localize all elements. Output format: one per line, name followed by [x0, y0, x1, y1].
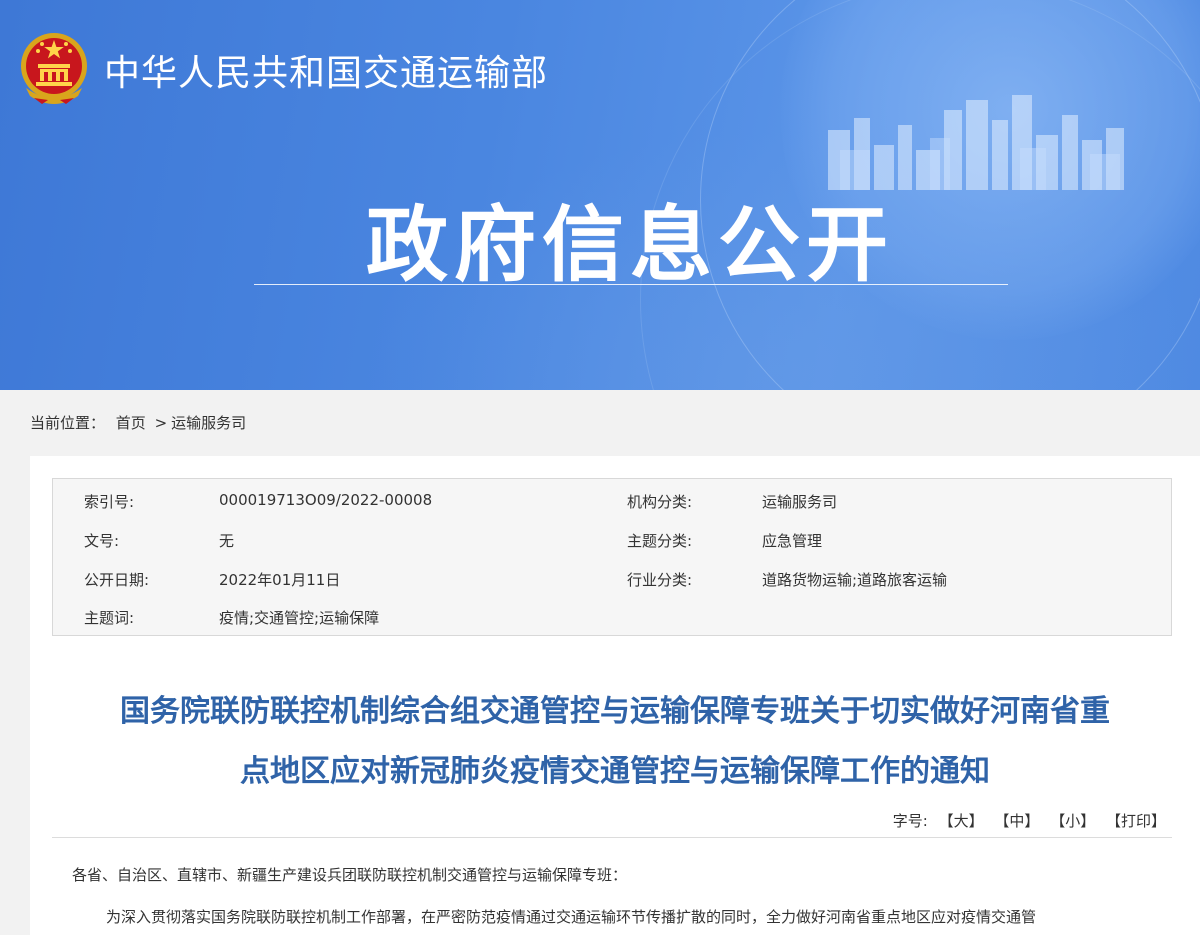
document-title: 国务院联防联控机制综合组交通管控与运输保障专班关于切实做好河南省重 点地区应对新…	[30, 682, 1200, 802]
industry-value: 道路货物运输;道路旅客运输	[762, 571, 948, 589]
topic-label: 主题分类:	[627, 532, 693, 550]
font-size-small-button[interactable]: 【小】	[1050, 812, 1095, 830]
breadcrumb: 当前位置： 首页 > 运输服务司	[30, 412, 246, 433]
keywords-value: 疫情;交通管控;运输保障	[219, 609, 380, 627]
font-size-medium-button[interactable]: 【中】	[994, 812, 1039, 830]
document-title-line: 点地区应对新冠肺炎疫情交通管控与运输保障工作的通知	[240, 754, 990, 789]
doc-number-label: 文号:	[84, 532, 120, 550]
national-emblem-icon	[21, 33, 87, 104]
doc-number-value: 无	[219, 532, 235, 550]
industry-label: 行业分类:	[627, 571, 693, 589]
breadcrumb-home-link[interactable]: 首页	[116, 414, 146, 432]
site-title[interactable]: 中华人民共和国交通运输部	[104, 44, 548, 96]
keywords-label: 主题词:	[84, 609, 135, 627]
city-skyline-decoration	[828, 95, 1124, 190]
metadata-row: 文号: 无 主题分类: 应急管理	[53, 530, 1171, 550]
publish-date-value: 2022年01月11日	[219, 571, 341, 589]
publish-date-label: 公开日期:	[84, 571, 150, 589]
org-value: 运输服务司	[762, 493, 838, 511]
breadcrumb-current-link[interactable]: 运输服务司	[171, 414, 246, 432]
metadata-row: 公开日期: 2022年01月11日 行业分类: 道路货物运输;道路旅客运输	[53, 569, 1171, 589]
metadata-row: 主题词: 疫情;交通管控;运输保障	[53, 607, 1171, 627]
topic-value: 应急管理	[762, 532, 823, 550]
font-size-label: 字号:	[892, 812, 928, 830]
index-label: 索引号:	[84, 493, 135, 511]
content-card: 索引号: 000019713O09/2022-00008 机构分类: 运输服务司…	[30, 456, 1200, 935]
org-label: 机构分类:	[627, 493, 693, 511]
section-title: 政府信息公开	[365, 198, 894, 293]
header-banner: 中华人民共和国交通运输部 政府信息公开	[0, 0, 1200, 390]
document-body-paragraph: 为深入贯彻落实国务院联防联控机制工作部署，在严密防范疫情通过交通运输环节传播扩散…	[106, 908, 1037, 926]
section-divider	[254, 284, 1008, 285]
metadata-row: 索引号: 000019713O09/2022-00008 机构分类: 运输服务司	[53, 491, 1171, 511]
breadcrumb-label: 当前位置：	[30, 414, 106, 432]
index-value: 000019713O09/2022-00008	[219, 491, 433, 509]
font-size-toolbar: 字号: 【大】 【中】 【小】 【打印】	[893, 810, 1166, 831]
breadcrumb-separator: >	[154, 414, 168, 432]
print-button[interactable]: 【打印】	[1106, 812, 1166, 830]
content-divider	[52, 837, 1172, 838]
document-title-line: 国务院联防联控机制综合组交通管控与运输保障专班关于切实做好河南省重	[120, 694, 1110, 729]
metadata-table: 索引号: 000019713O09/2022-00008 机构分类: 运输服务司…	[52, 478, 1172, 636]
document-salutation: 各省、自治区、直辖市、新疆生产建设兵团联防联控机制交通管控与运输保障专班：	[72, 866, 628, 884]
font-size-large-button[interactable]: 【大】	[939, 812, 984, 830]
